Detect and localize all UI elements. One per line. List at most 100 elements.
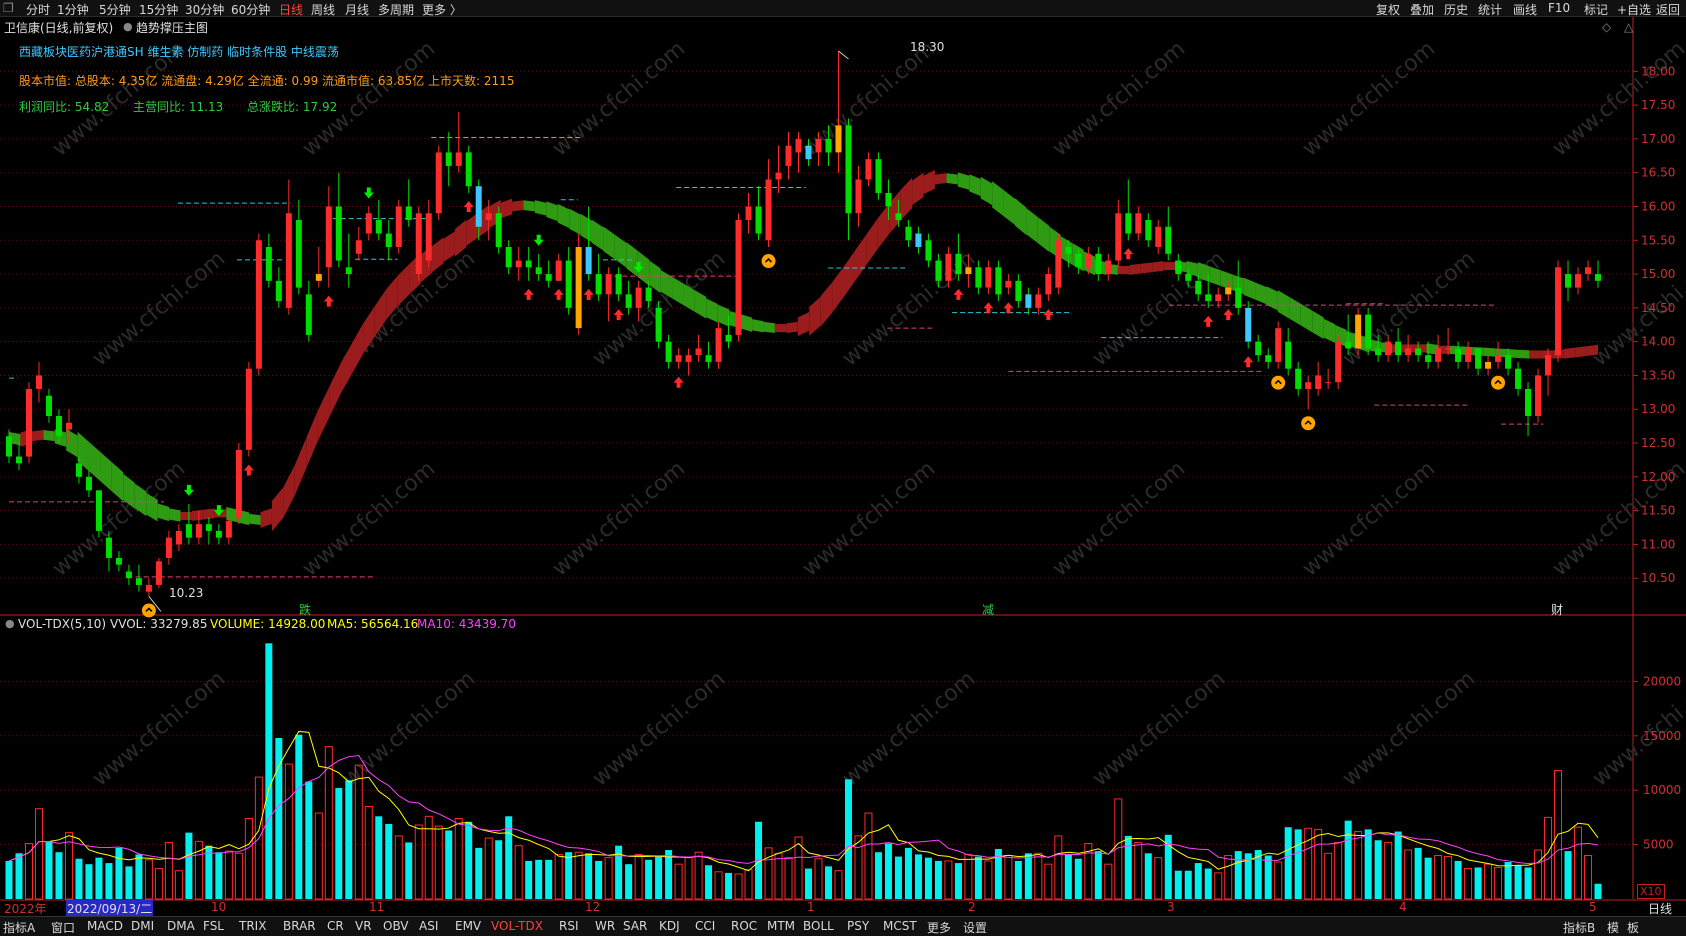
back-button[interactable]: 返回 — [1656, 1, 1680, 18]
indicator-tab[interactable]: VR — [355, 919, 372, 933]
indicator-tab[interactable]: WR — [595, 919, 615, 933]
volume-bar-down — [1014, 860, 1022, 899]
tab-15min[interactable]: 15分钟 — [139, 1, 178, 18]
up-icon[interactable]: △ — [1624, 20, 1633, 34]
stats-button[interactable]: 统计 — [1478, 1, 1502, 18]
candle-body — [435, 152, 442, 214]
draw-button[interactable]: 画线 — [1513, 1, 1537, 18]
vol-collapse-icon[interactable]: ● — [5, 617, 15, 630]
candle-body — [855, 179, 862, 214]
tab-multi-period[interactable]: 多周期 — [378, 1, 414, 18]
candle-body — [1195, 280, 1202, 295]
trend-band-segment — [1529, 350, 1541, 359]
indicator-tab[interactable]: BOLL — [803, 919, 834, 933]
candle-body — [1035, 294, 1042, 308]
price-tick-label: 16.00 — [1641, 199, 1675, 213]
mark-die[interactable]: 跌 — [299, 601, 311, 618]
indicator-name[interactable]: 趋势撑压主图 — [136, 19, 208, 36]
panel-switch-tab[interactable]: 板 — [1627, 919, 1639, 936]
indicator-tab[interactable]: RSI — [559, 919, 579, 933]
tab-fenshi[interactable]: 分时 — [26, 1, 50, 18]
tab-30min[interactable]: 30分钟 — [185, 1, 224, 18]
indicator-tab[interactable]: 更多 — [927, 919, 951, 936]
indicator-tab[interactable]: MCST — [883, 919, 917, 933]
indicator-tab[interactable]: MTM — [767, 919, 795, 933]
volume-bar-down — [525, 860, 533, 899]
indicator-tab[interactable]: VOL-TDX — [491, 919, 543, 933]
candle-body — [1235, 287, 1242, 308]
diamond-icon[interactable]: ◇ — [1602, 20, 1611, 34]
indicator-tab[interactable]: ROC — [731, 919, 757, 933]
period-label[interactable]: 日线 — [1648, 900, 1672, 917]
candle-body — [1105, 260, 1112, 275]
mark-button[interactable]: 标记 — [1584, 1, 1608, 18]
tab-daily[interactable]: 日线 — [279, 1, 303, 18]
candle-body — [495, 213, 502, 248]
indicator-tab[interactable]: BRAR — [283, 919, 316, 933]
indicator-tab[interactable]: 窗口 — [51, 919, 75, 936]
candle-body — [875, 159, 882, 193]
tab-monthly[interactable]: 月线 — [345, 1, 369, 18]
volume-bar-down — [305, 781, 313, 899]
indicator-tab[interactable]: SAR — [623, 919, 647, 933]
indicator-tab[interactable]: TRIX — [239, 919, 266, 933]
candle-body — [1435, 348, 1442, 362]
vol-indicator-name[interactable]: VOL-TDX(5,10) — [18, 617, 106, 631]
indicator-tab[interactable]: CR — [327, 919, 344, 933]
tab-weekly[interactable]: 周线 — [311, 1, 335, 18]
volume-bar-down — [85, 864, 93, 899]
overlay-button[interactable]: 叠加 — [1410, 1, 1434, 18]
candle-body — [1585, 267, 1592, 275]
panel-switch-tab[interactable]: 指标B — [1563, 919, 1595, 936]
indicator-tab[interactable]: MACD — [87, 919, 123, 933]
indicator-tab[interactable]: OBV — [383, 919, 409, 933]
candle-body — [1015, 280, 1022, 302]
tab-5min[interactable]: 5分钟 — [99, 1, 131, 18]
indicator-tab[interactable]: CCI — [695, 919, 715, 933]
volume-bar-down — [1264, 855, 1272, 899]
indicator-tab[interactable]: DMI — [131, 919, 154, 933]
candle-body — [925, 240, 932, 261]
mark-cai[interactable]: 财 — [1551, 601, 1563, 618]
kline-chart[interactable]: www.cfchi.com www.cfchi.com www.cfchi.com w… — [0, 17, 1686, 916]
candle-body — [1505, 355, 1512, 369]
capital-line: 股本市值: 总股本: 4.35亿 流通盘: 4.29亿 全流通: 0.99 流通… — [19, 74, 515, 88]
volume-bar-down — [655, 856, 663, 899]
candle-body — [1485, 361, 1492, 369]
fuquan-button[interactable]: 复权 — [1376, 1, 1400, 18]
tab-more[interactable]: 更多 〉 — [422, 1, 462, 18]
smile-mark-icon — [1301, 416, 1316, 431]
indicator-tab[interactable]: 设置 — [963, 919, 987, 936]
smile-mark-icon — [761, 254, 776, 269]
indicator-tab[interactable]: ASI — [419, 919, 438, 933]
tab-60min[interactable]: 60分钟 — [231, 1, 270, 18]
volume-bar-down — [1524, 867, 1532, 899]
mark-jian[interactable]: 减 — [982, 601, 994, 618]
candle-body — [355, 240, 362, 254]
indicator-tab[interactable]: 指标A — [3, 919, 35, 936]
trend-band-segment — [774, 324, 787, 333]
collapse-icon[interactable]: ● — [123, 20, 133, 33]
candle-body — [1365, 314, 1372, 349]
f10-button[interactable]: F10 — [1548, 1, 1570, 15]
candle-body — [165, 537, 172, 558]
volume-bar-down — [495, 840, 503, 899]
indicator-tab[interactable]: DMA — [167, 919, 195, 933]
indicator-tab[interactable]: KDJ — [659, 919, 680, 933]
indicator-tab[interactable]: FSL — [203, 919, 224, 933]
candle-body — [745, 206, 752, 220]
indicator-tab[interactable]: PSY — [847, 919, 869, 933]
panel-switch-tab[interactable]: 模 — [1607, 919, 1619, 936]
smile-mark-icon — [1491, 375, 1506, 390]
volume-bar-down — [445, 830, 453, 899]
trend-band-segment — [1129, 263, 1141, 275]
month-4: 4 — [1399, 900, 1407, 914]
candle-body — [105, 537, 112, 558]
indicator-tab[interactable]: EMV — [455, 919, 481, 933]
add-favorite-button[interactable]: +自选 — [1617, 1, 1651, 18]
window-icon[interactable]: ❐ — [3, 1, 14, 15]
tab-1min[interactable]: 1分钟 — [57, 1, 89, 18]
history-button[interactable]: 历史 — [1444, 1, 1468, 18]
candle-body — [155, 561, 162, 585]
trend-band-segment — [1483, 347, 1496, 357]
